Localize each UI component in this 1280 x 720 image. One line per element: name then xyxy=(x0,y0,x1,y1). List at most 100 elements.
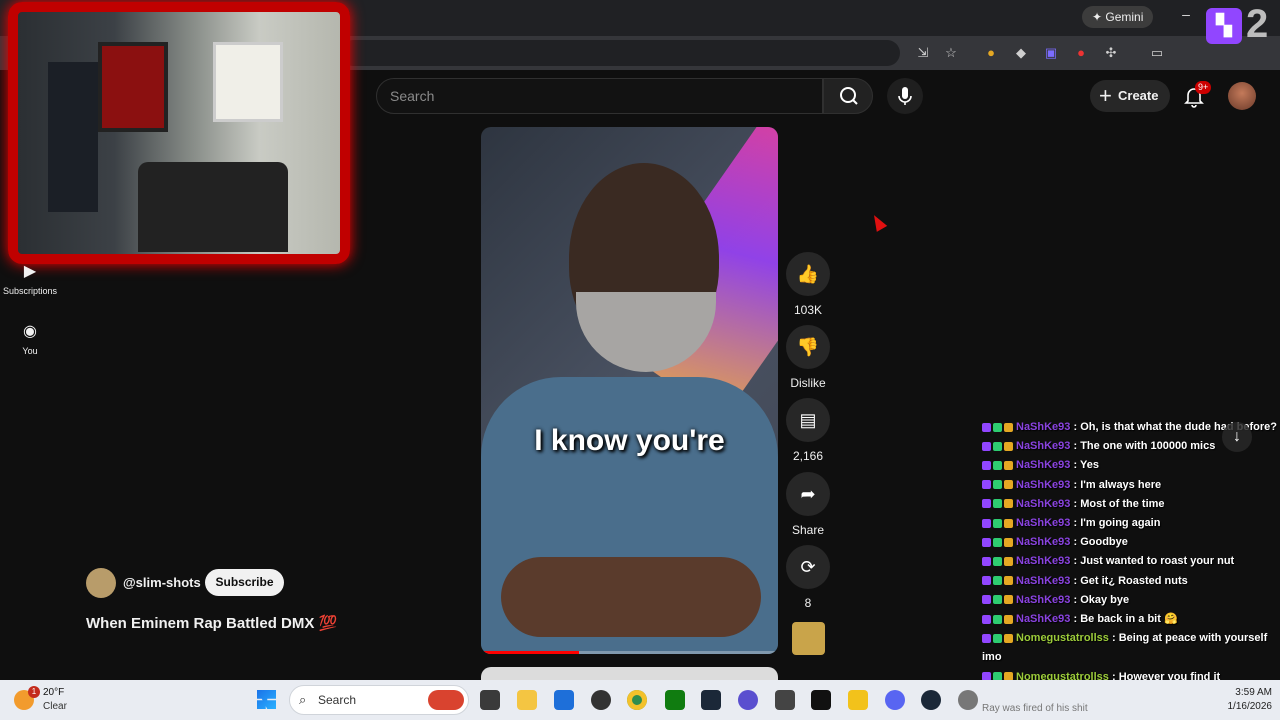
rockstar-icon[interactable] xyxy=(848,690,868,710)
xbox-icon[interactable] xyxy=(665,690,685,710)
app-circle-icon[interactable] xyxy=(738,690,758,710)
search-icon xyxy=(840,87,858,105)
chat-badge-icon xyxy=(1004,633,1013,643)
windows-start-icon[interactable] xyxy=(257,690,276,709)
chat-username[interactable]: NaShKe93 xyxy=(1016,459,1070,471)
notification-count-badge: 9+ xyxy=(1195,81,1212,94)
chat-username[interactable]: NaShKe93 xyxy=(1016,555,1070,567)
twitch-badge-number: 2 xyxy=(1246,2,1269,46)
settings-gear-icon[interactable] xyxy=(958,690,978,710)
microsoft-store-icon[interactable] xyxy=(554,690,574,710)
chat-scroll-down-button[interactable]: ↓ xyxy=(1222,422,1252,452)
chrome-icon[interactable] xyxy=(627,690,647,710)
channel-avatar[interactable] xyxy=(86,568,116,598)
epic-games-icon[interactable] xyxy=(811,690,831,710)
chat-message: NaShKe93 : Most of the time xyxy=(982,495,1280,514)
chat-badge-icon xyxy=(1004,461,1013,470)
discord-icon[interactable] xyxy=(885,690,905,710)
taskbar-clock[interactable]: 3:59 AM 1/16/2026 xyxy=(1212,686,1273,714)
gemini-button[interactable]: ✦ Gemini xyxy=(1082,6,1154,28)
chat-username[interactable]: NaShKe93 xyxy=(1016,498,1070,510)
chat-username[interactable]: NaShKe93 xyxy=(1016,613,1070,625)
chat-message: NaShKe93 : I'm going again xyxy=(982,514,1280,533)
remix-button[interactable]: ⟳ xyxy=(786,545,830,589)
extension-red-icon[interactable]: ● xyxy=(1072,44,1090,62)
file-explorer-icon[interactable] xyxy=(517,690,537,710)
address-bar[interactable] xyxy=(340,40,900,66)
chat-message: NaShKe93 : I'm always here xyxy=(982,476,1280,495)
sound-thumbnail[interactable] xyxy=(792,622,825,655)
weather-temperature: 20°F xyxy=(43,687,65,698)
chat-badges xyxy=(982,418,1016,437)
chat-text: : The one with 100000 mics xyxy=(1073,440,1216,453)
steam-icon[interactable] xyxy=(701,690,721,710)
sidebar-item-label: You xyxy=(22,346,38,356)
channel-handle[interactable]: @slim-shots xyxy=(123,575,201,590)
stream-chat-overlay: NaShKe93 : Oh, is that what the dude had… xyxy=(982,418,1280,687)
voice-search-button[interactable] xyxy=(887,78,923,114)
chat-text: : Okay bye xyxy=(1073,593,1130,606)
chat-username[interactable]: NaShKe93 xyxy=(1016,536,1070,548)
chat-badge-icon xyxy=(982,537,991,547)
chat-badge-icon xyxy=(993,595,1002,605)
search-box xyxy=(376,78,823,114)
chat-username[interactable]: NaShKe93 xyxy=(1016,517,1070,529)
video-title: When Eminem Rap Battled DMX 💯 xyxy=(86,615,338,632)
side-panel-icon[interactable]: ▭ xyxy=(1148,44,1166,62)
chat-username[interactable]: NaShKe93 xyxy=(1016,421,1070,433)
avatar[interactable] xyxy=(1228,82,1256,110)
shorts-video-player[interactable]: I know you're xyxy=(481,127,778,654)
subscribe-button[interactable]: Subscribe xyxy=(205,569,284,596)
extensions-puzzle-icon[interactable]: ✣ xyxy=(1102,44,1120,62)
chat-message: NaShKe93 : Get it¿ Roasted nuts xyxy=(982,572,1280,591)
taskbar-search-label: Search xyxy=(318,693,357,707)
chat-username[interactable]: Nomegustatrollss xyxy=(1016,632,1109,644)
sidebar-item-you[interactable]: ◉ You xyxy=(0,322,60,356)
search-button[interactable] xyxy=(823,78,873,114)
search-input[interactable] xyxy=(377,79,822,113)
install-app-icon[interactable]: ⇲ xyxy=(914,44,932,62)
bookmark-star-icon[interactable]: ☆ xyxy=(942,44,960,62)
chat-text: : Yes xyxy=(1073,459,1099,472)
weather-widget[interactable]: 1 20°F Clear xyxy=(14,686,94,714)
sidebar-item-subscriptions[interactable]: ▶ Subscriptions xyxy=(0,262,60,296)
chat-badges xyxy=(982,572,1016,591)
chat-badge-icon xyxy=(982,576,991,586)
extension-color-icon[interactable]: ● xyxy=(982,44,1000,62)
create-button[interactable]: + Create xyxy=(1090,80,1170,112)
comment-count: 2,166 xyxy=(792,449,824,463)
remix-icon: ⟳ xyxy=(800,557,816,577)
like-action: 👍 103K xyxy=(786,252,830,317)
steam-tray-icon[interactable] xyxy=(921,690,941,710)
webcam-scene-shelf xyxy=(48,62,98,212)
chat-username[interactable]: NaShKe93 xyxy=(1016,594,1070,606)
chat-badge-icon xyxy=(993,499,1002,509)
chat-badge-icon xyxy=(993,422,1002,432)
extension-twitch-icon[interactable]: ▣ xyxy=(1042,44,1060,62)
chat-badge-icon xyxy=(993,576,1002,586)
chat-badge-icon xyxy=(1004,537,1013,547)
subscriptions-icon: ▶ xyxy=(23,263,37,280)
chat-badge-icon xyxy=(993,441,1002,451)
comments-action: ▤ 2,166 xyxy=(786,398,830,463)
notifications-button[interactable]: 9+ xyxy=(1182,81,1212,108)
chat-username[interactable]: NaShKe93 xyxy=(1016,479,1070,491)
dislike-label: Dislike xyxy=(790,376,826,390)
dislike-button[interactable]: 👎 xyxy=(786,325,830,369)
video-progress-bar[interactable] xyxy=(481,651,778,654)
obs-icon[interactable] xyxy=(591,690,611,710)
calculator-icon[interactable] xyxy=(775,690,795,710)
share-button[interactable]: ➦ xyxy=(786,472,830,516)
remix-count: 8 xyxy=(804,596,812,610)
chat-username[interactable]: NaShKe93 xyxy=(1016,440,1070,452)
task-view-icon[interactable] xyxy=(480,690,500,710)
chat-badges xyxy=(982,437,1016,456)
share-arrow-icon: ➦ xyxy=(800,484,816,504)
twitch-logo-icon: ▚ xyxy=(1206,8,1242,44)
video-progress-fill xyxy=(481,651,579,654)
chat-username[interactable]: NaShKe93 xyxy=(1016,575,1070,587)
like-button[interactable]: 👍 xyxy=(786,252,830,296)
extension-diamond-icon[interactable]: ◆ xyxy=(1012,44,1030,62)
comments-button[interactable]: ▤ xyxy=(786,398,830,442)
minimize-button[interactable]: – xyxy=(1176,6,1196,26)
